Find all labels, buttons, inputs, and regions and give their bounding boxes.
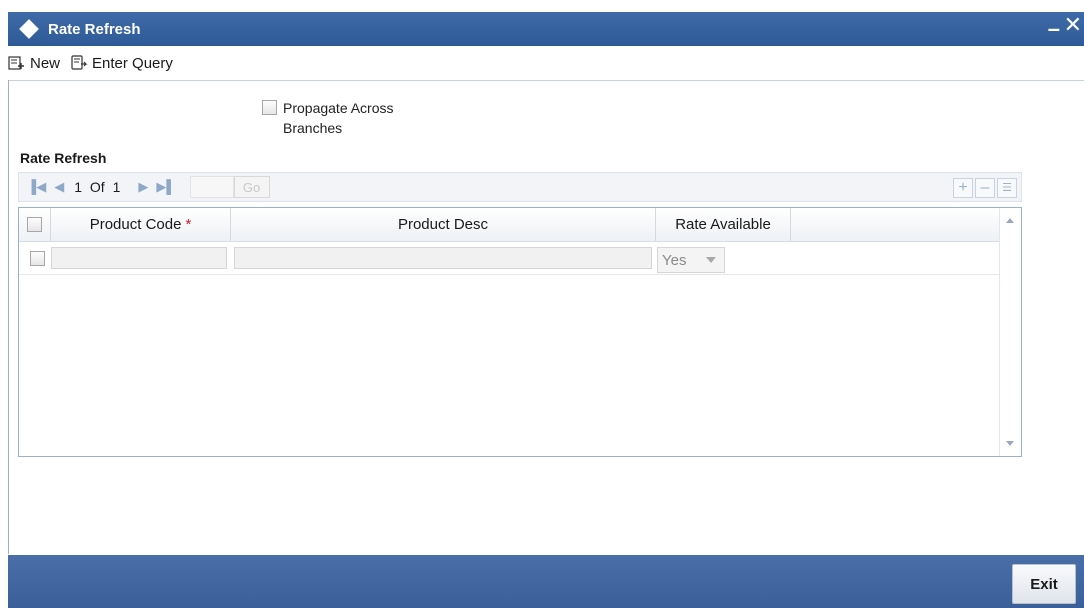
- query-icon: [71, 55, 88, 70]
- rate-refresh-grid: Product Code * Product Desc Rate Availab…: [18, 207, 1022, 457]
- page-count: 1 Of 1: [74, 179, 124, 195]
- rate-available-value: Yes: [662, 251, 687, 269]
- new-label: New: [30, 54, 61, 72]
- product-code-label: Product Code: [89, 216, 182, 233]
- grid-pager: ▐◀ ◀ 1 Of 1 ▶ ▶▌ Go + – ☰: [18, 172, 1022, 202]
- propagate-across-branches: Propagate Across Branches: [262, 100, 433, 138]
- table-header: Product Code * Product Desc Rate Availab…: [19, 208, 999, 242]
- next-page-icon[interactable]: ▶: [138, 179, 148, 195]
- header-select-cell: [19, 208, 51, 241]
- toolbar-divider: [8, 80, 1084, 81]
- app-diamond-icon: [19, 19, 39, 39]
- section-title: Rate Refresh: [20, 150, 107, 166]
- grid-actions: + – ☰: [953, 178, 1017, 198]
- header-rate-available: Rate Available: [656, 208, 791, 241]
- header-product-code: Product Code *: [51, 208, 231, 241]
- footer-bar: Exit: [8, 555, 1084, 608]
- minimize-button[interactable]: –: [1048, 16, 1060, 42]
- header-product-desc: Product Desc: [231, 208, 656, 241]
- propagate-checkbox[interactable]: [262, 100, 277, 115]
- required-marker: *: [185, 216, 192, 233]
- vertical-scrollbar[interactable]: [999, 208, 1021, 456]
- rate-available-select[interactable]: Yes: [657, 247, 725, 273]
- header-filler: [791, 208, 999, 241]
- scroll-down-icon[interactable]: [1006, 441, 1014, 446]
- main-toolbar: New Enter Query: [8, 50, 173, 76]
- current-page: 1: [74, 179, 83, 195]
- prev-page-icon[interactable]: ◀: [54, 179, 64, 195]
- product-code-input[interactable]: [51, 247, 227, 269]
- page-number-input[interactable]: [189, 176, 234, 198]
- last-page-icon[interactable]: ▶▌: [156, 179, 175, 195]
- left-frame-border: [8, 80, 9, 554]
- single-view-icon[interactable]: ☰: [997, 178, 1017, 198]
- total-pages: 1: [112, 179, 121, 195]
- scroll-up-icon[interactable]: [1006, 218, 1014, 223]
- go-button[interactable]: Go: [233, 176, 270, 198]
- first-page-icon[interactable]: ▐◀: [27, 179, 46, 195]
- add-row-icon[interactable]: +: [953, 178, 973, 198]
- window-titlebar: Rate Refresh – ✕: [8, 12, 1084, 46]
- chevron-down-icon: [706, 257, 716, 263]
- select-all-checkbox[interactable]: [27, 217, 42, 232]
- table-row: Yes: [19, 243, 999, 275]
- enter-query-button[interactable]: Enter Query: [70, 55, 173, 72]
- product-desc-input[interactable]: [234, 247, 652, 269]
- delete-row-icon[interactable]: –: [975, 178, 995, 198]
- enter-query-label: Enter Query: [92, 54, 173, 72]
- exit-button[interactable]: Exit: [1012, 564, 1076, 604]
- close-button[interactable]: ✕: [1064, 12, 1082, 38]
- new-document-icon: [8, 56, 24, 70]
- window-title: Rate Refresh: [48, 20, 141, 38]
- new-button[interactable]: New: [8, 55, 60, 72]
- propagate-label: Propagate Across Branches: [283, 100, 394, 136]
- of-label: Of: [89, 179, 105, 195]
- row-select-checkbox[interactable]: [30, 251, 45, 266]
